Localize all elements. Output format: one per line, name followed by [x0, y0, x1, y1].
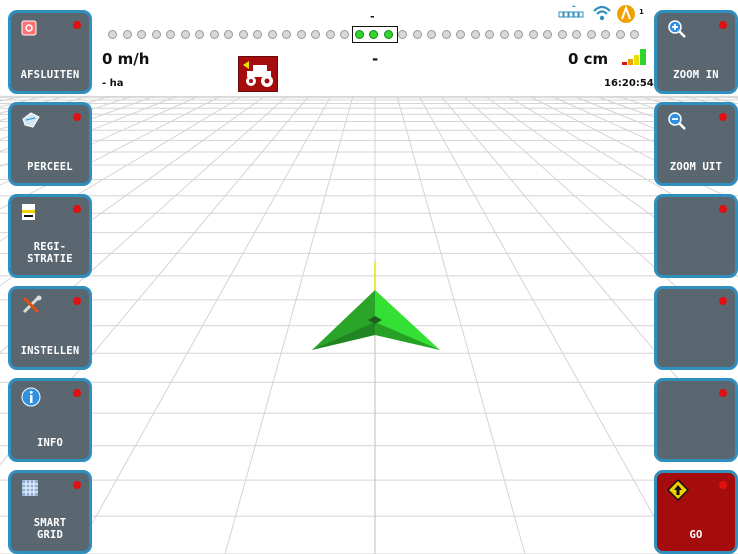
lightbar	[108, 26, 639, 43]
receiver-bar-icon	[558, 11, 584, 18]
empty-button-1[interactable]	[654, 194, 738, 278]
field-button[interactable]: PERCEEL	[8, 102, 92, 186]
button-label: GO	[689, 529, 703, 541]
gps-sat-count: 1	[639, 8, 644, 16]
vehicle-marker	[312, 262, 440, 350]
zoom-out-icon	[667, 111, 686, 130]
status-led	[719, 389, 727, 397]
status-led	[719, 113, 727, 121]
button-label: ZOOM IN	[673, 69, 719, 81]
lightbar-dot	[572, 30, 581, 39]
lightbar-dot	[238, 30, 248, 39]
lightbar-dot	[543, 30, 552, 39]
status-led	[73, 113, 81, 121]
satellite-icon	[617, 5, 635, 23]
lightbar-dot	[311, 30, 320, 39]
info-icon	[21, 387, 41, 407]
zoom-in-icon	[667, 19, 686, 38]
status-led	[719, 21, 727, 29]
status-led	[719, 297, 727, 305]
lightbar-dot	[166, 30, 175, 39]
lightbar-dot	[340, 30, 349, 39]
field-icon	[21, 111, 40, 129]
lightbar-dot	[108, 30, 117, 39]
lightbar-dot	[282, 30, 291, 39]
lightbar-dot	[209, 30, 219, 39]
lightbar-dot	[398, 30, 407, 39]
lightbar-dot	[485, 30, 494, 39]
clock: 16:20:54	[604, 78, 654, 89]
lightbar-dot	[253, 30, 262, 39]
lightbar-center-box	[351, 26, 398, 43]
button-label: INFO	[36, 437, 64, 449]
status-led	[73, 21, 81, 29]
grid-icon	[21, 479, 39, 497]
lightbar-dot	[325, 30, 335, 39]
lightbar-dot	[586, 30, 596, 39]
lightbar-dot	[180, 30, 190, 39]
lightbar-dot	[195, 30, 204, 39]
lightbar-dot	[601, 30, 610, 39]
empty-button-3[interactable]	[654, 378, 738, 462]
lightbar-dot	[267, 30, 277, 39]
lightbar-dot	[151, 30, 161, 39]
center-value: -	[372, 50, 379, 68]
offset-readout: 0 cm	[568, 50, 609, 68]
status-bar: - 0 m/h - ha - 0 cm 16:20:54 - 1	[98, 0, 654, 96]
lightbar-dot	[412, 30, 422, 39]
lightbar-dot	[514, 30, 523, 39]
speed-readout: 0 m/h	[102, 50, 150, 68]
lightbar-dot	[615, 30, 625, 39]
gps-status: - 1	[558, 2, 648, 26]
status-led	[719, 481, 727, 489]
lightbar-dot	[499, 30, 509, 39]
button-label: ZOOM UIT	[669, 161, 723, 173]
lightbar-dot	[224, 30, 233, 39]
lightbar-dot	[557, 30, 567, 39]
lightbar-dot	[470, 30, 480, 39]
settings-icon	[21, 295, 42, 314]
empty-button-2[interactable]	[654, 286, 738, 370]
area-readout: - ha	[102, 78, 124, 89]
zoom-in-button[interactable]: ZOOM IN	[654, 10, 738, 94]
settings-button[interactable]: INSTELLEN	[8, 286, 92, 370]
go-button[interactable]: GO	[654, 470, 738, 554]
go-icon	[666, 478, 690, 502]
info-button[interactable]: INFO	[8, 378, 92, 462]
lightbar-dot	[427, 30, 436, 39]
status-led	[73, 205, 81, 213]
button-label: INSTELLEN	[20, 345, 80, 357]
button-label: REGI- STRATIE	[27, 241, 73, 265]
status-led	[73, 297, 81, 305]
lightbar-dot	[528, 30, 538, 39]
lightbar-dot	[456, 30, 465, 39]
exit-button[interactable]: AFSLUITEN	[8, 10, 92, 94]
lightbar-dot	[441, 30, 451, 39]
zoom-out-button[interactable]: ZOOM UIT	[654, 102, 738, 186]
tractor-mode-icon[interactable]	[238, 56, 278, 92]
lightbar-dot	[296, 30, 306, 39]
lightbar-dot	[122, 30, 132, 39]
lightbar-value: -	[370, 10, 375, 23]
status-led	[73, 389, 81, 397]
button-label: PERCEEL	[27, 161, 73, 173]
lightbar-dot	[137, 30, 146, 39]
registration-button[interactable]: REGI- STRATIE	[8, 194, 92, 278]
wifi-icon	[593, 5, 611, 21]
button-label: AFSLUITEN	[20, 69, 80, 81]
signal-strength-icon	[618, 48, 650, 66]
lightbar-dot	[630, 30, 639, 39]
smart-grid-button[interactable]: SMART GRID	[8, 470, 92, 554]
status-led	[73, 481, 81, 489]
button-label: SMART GRID	[33, 517, 67, 541]
exit-icon	[21, 19, 39, 37]
status-led	[719, 205, 727, 213]
registration-icon	[21, 203, 39, 221]
